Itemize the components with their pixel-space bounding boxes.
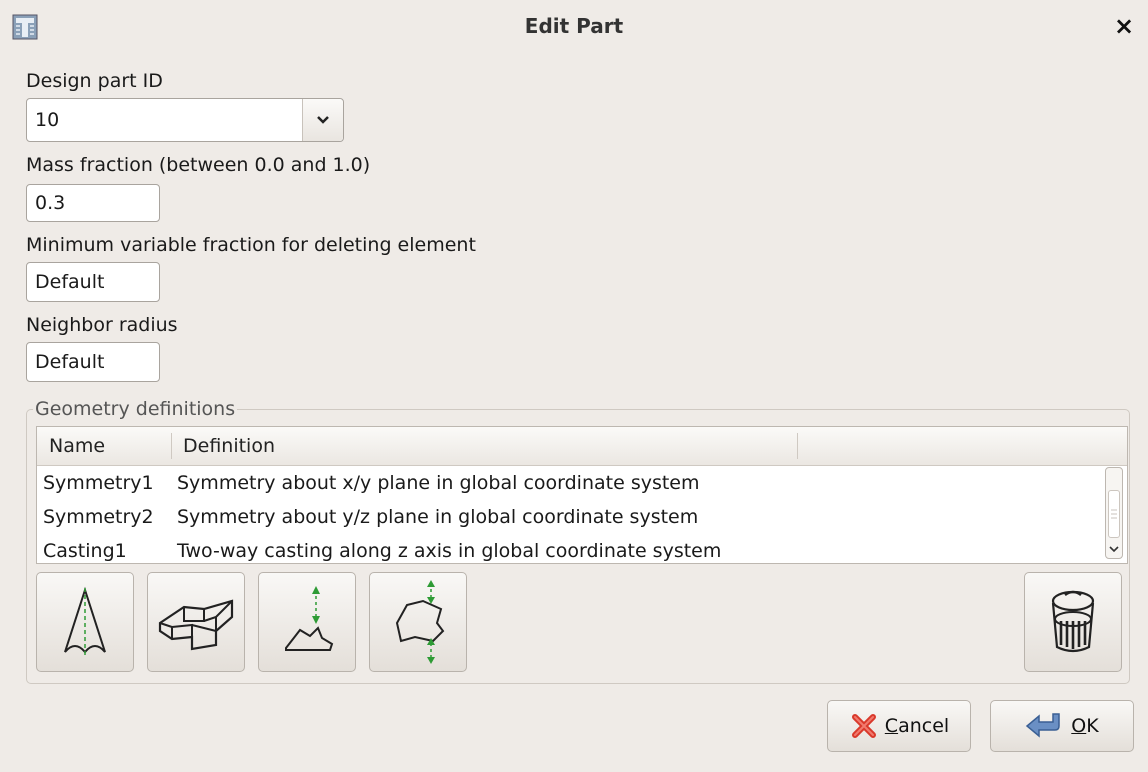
cancel-label-rest: ancel xyxy=(898,715,950,737)
add-two-way-casting-button[interactable] xyxy=(369,572,467,672)
chevron-down-icon xyxy=(1109,546,1119,553)
neighbor-radius-label: Neighbor radius xyxy=(26,314,178,336)
add-symmetry-button[interactable] xyxy=(36,572,134,672)
title-bar: Edit Part × xyxy=(0,0,1148,54)
grip-icon xyxy=(1111,509,1117,519)
cancel-label: Cancel xyxy=(885,715,949,737)
row-name: Casting1 xyxy=(43,540,127,562)
chevron-down-icon xyxy=(317,116,329,124)
scroll-down-button[interactable] xyxy=(1107,541,1121,557)
ok-mnemonic: O xyxy=(1071,715,1087,737)
trash-icon xyxy=(1051,590,1095,653)
row-definition: Symmetry about x/y plane in global coord… xyxy=(177,472,700,494)
ok-label-rest: K xyxy=(1086,715,1099,737)
row-name: Symmetry2 xyxy=(43,506,154,528)
add-one-way-casting-button[interactable] xyxy=(258,572,356,672)
cancel-mnemonic: C xyxy=(884,715,899,737)
table-header: Name Definition xyxy=(37,427,1127,466)
vertical-scrollbar[interactable] xyxy=(1105,467,1123,559)
design-part-id-value: 10 xyxy=(35,109,60,131)
table-row[interactable]: Symmetry2 Symmetry about y/z plane in gl… xyxy=(37,501,1093,535)
geometry-table[interactable]: Name Definition Symmetry1 Symmetry about… xyxy=(36,426,1128,564)
column-header-definition[interactable]: Definition xyxy=(183,435,275,457)
table-row[interactable]: Symmetry1 Symmetry about x/y plane in gl… xyxy=(37,467,1093,501)
design-part-id-combo[interactable]: 10 xyxy=(26,98,344,142)
design-part-id-label: Design part ID xyxy=(26,70,163,92)
column-separator xyxy=(171,433,172,459)
neighbor-radius-value: Default xyxy=(35,351,105,373)
one-way-casting-icon xyxy=(285,586,334,651)
table-row[interactable]: Casting1 Two-way casting along z axis in… xyxy=(37,535,1093,563)
row-name: Symmetry1 xyxy=(43,472,154,494)
enter-arrow-icon xyxy=(1026,713,1061,738)
min-variable-fraction-value: Default xyxy=(35,271,105,293)
row-definition: Two-way casting along z axis in global c… xyxy=(177,540,722,562)
symmetry-icon xyxy=(64,586,106,658)
scroll-thumb[interactable] xyxy=(1108,490,1120,538)
cancel-icon xyxy=(851,714,876,738)
delete-definition-button[interactable] xyxy=(1024,572,1122,672)
extrusion-icon xyxy=(158,599,234,651)
min-variable-fraction-input[interactable]: Default xyxy=(26,262,160,302)
mass-fraction-label: Mass fraction (between 0.0 and 1.0) xyxy=(26,154,371,176)
cancel-button[interactable]: Cancel xyxy=(827,700,971,752)
column-header-name[interactable]: Name xyxy=(49,435,105,457)
close-button[interactable]: × xyxy=(1114,14,1134,38)
column-separator xyxy=(797,433,798,459)
window-title: Edit Part xyxy=(524,14,624,38)
mass-fraction-value: 0.3 xyxy=(35,192,66,214)
two-way-casting-icon xyxy=(395,580,445,664)
ok-label: OK xyxy=(1071,715,1098,737)
dropdown-button[interactable] xyxy=(302,99,343,141)
min-variable-fraction-label: Minimum variable fraction for deleting e… xyxy=(26,234,476,256)
add-extrusion-button[interactable] xyxy=(147,572,245,672)
mass-fraction-input[interactable]: 0.3 xyxy=(26,184,160,222)
ok-button[interactable]: OK xyxy=(990,700,1134,752)
row-definition: Symmetry about y/z plane in global coord… xyxy=(177,506,699,528)
geometry-definitions-label: Geometry definitions xyxy=(35,398,236,420)
neighbor-radius-input[interactable]: Default xyxy=(26,342,160,382)
